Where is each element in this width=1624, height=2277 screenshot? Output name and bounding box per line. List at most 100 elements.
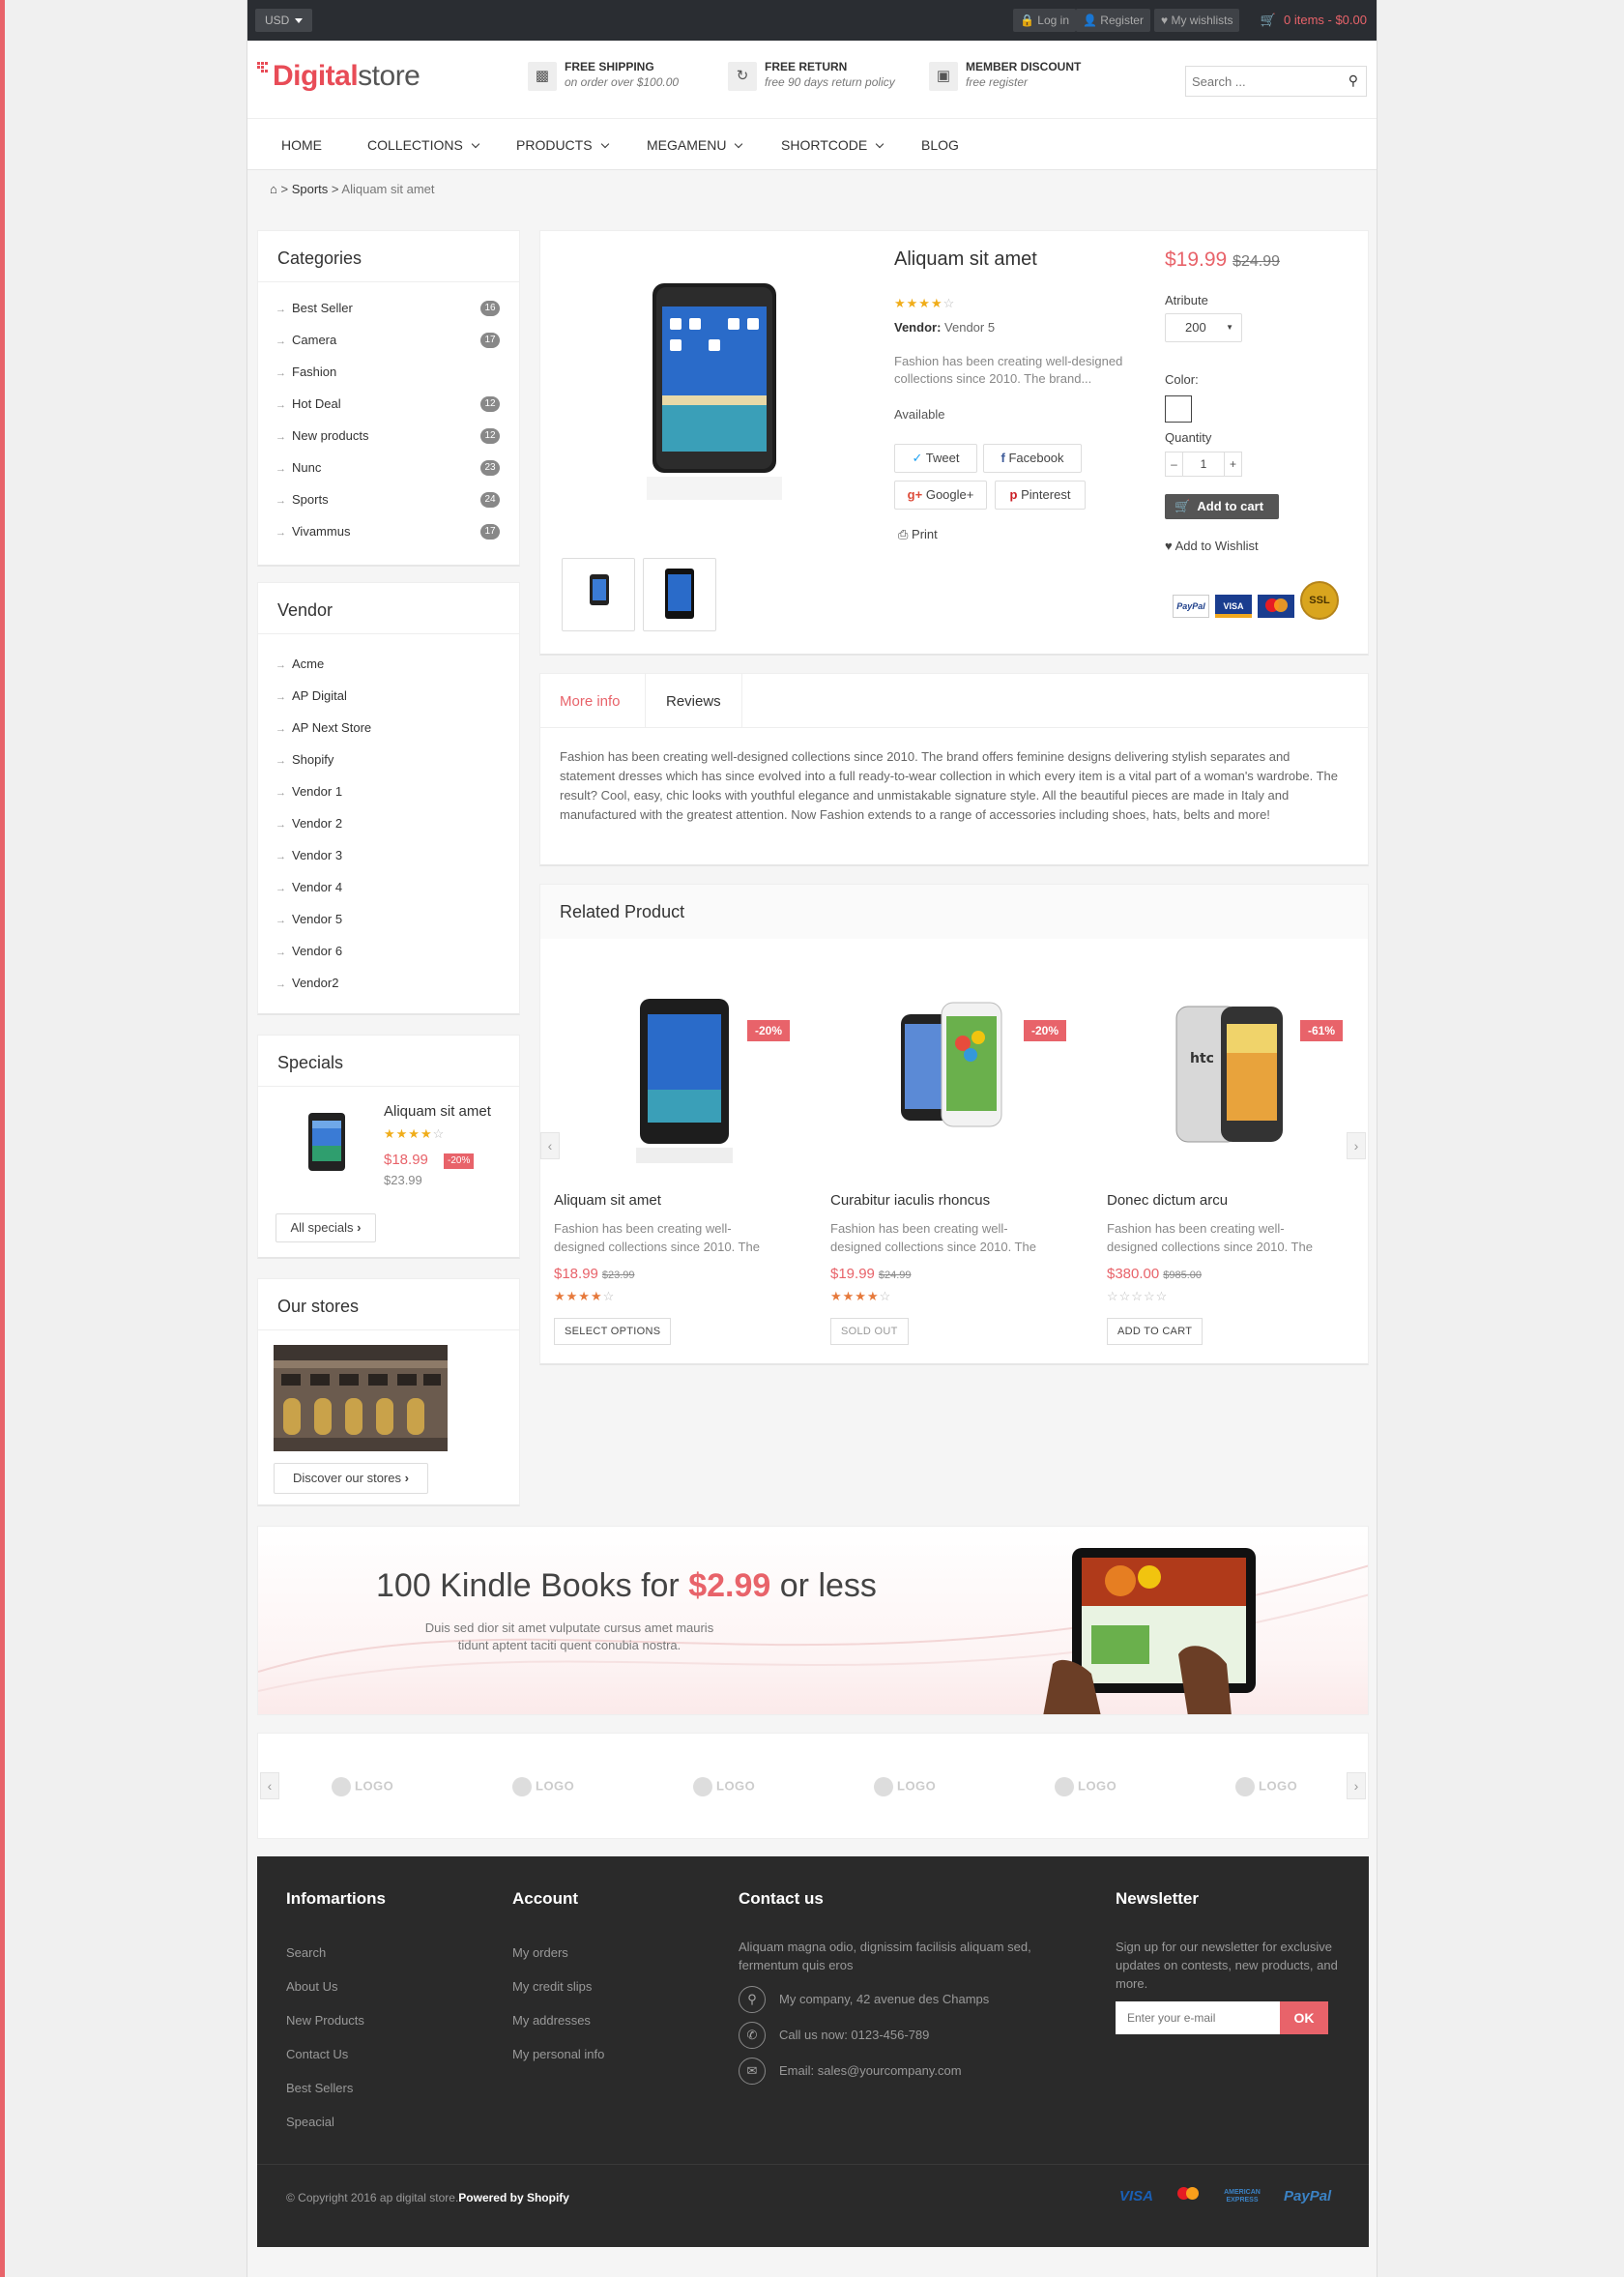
all-specials-button[interactable]: All specials ›: [276, 1213, 376, 1242]
thumbnail-2[interactable]: [643, 558, 716, 631]
promo-banner[interactable]: 100 Kindle Books for $2.99 or less Duis …: [257, 1526, 1369, 1715]
product-main-image[interactable]: [647, 279, 782, 502]
vendor-item[interactable]: → Vendor 3: [276, 848, 342, 862]
tab-more-info[interactable]: More info: [560, 693, 621, 710]
chevron-down-icon: [875, 139, 884, 149]
nav-item-megamenu[interactable]: MEGAMENU: [647, 137, 743, 153]
newsletter-email-input[interactable]: [1116, 2001, 1280, 2034]
footer-link[interactable]: Best Sellers: [286, 2081, 353, 2095]
brand-logo[interactable]: LOGO: [332, 1777, 393, 1796]
categories-panel: Categories → Best Seller 16 → Camera 17 → F…: [257, 230, 520, 567]
category-vivammus[interactable]: → Vivammus: [276, 524, 350, 539]
footer-link[interactable]: About Us: [286, 1979, 337, 1994]
category-nunc[interactable]: → Nunc: [276, 460, 321, 475]
stores-panel: Our stores Discover our stores ›: [257, 1278, 520, 1506]
brand-logo[interactable]: LOGO: [512, 1777, 574, 1796]
breadcrumb-sports[interactable]: Sports: [292, 182, 329, 196]
add-to-wishlist-link[interactable]: ♥ Add to Wishlist: [1165, 539, 1259, 553]
quantity-input[interactable]: 1: [1183, 452, 1224, 476]
category-camera[interactable]: → Camera: [276, 333, 336, 347]
brand-prev-icon[interactable]: ‹: [260, 1772, 279, 1799]
site-logo[interactable]: Digitalstore: [257, 60, 420, 93]
related-name[interactable]: Donec dictum arcu: [1107, 1192, 1228, 1209]
nav-item-shortcode[interactable]: SHORTCODE: [781, 137, 884, 153]
googleplus-button[interactable]: g+ Google+: [894, 481, 987, 510]
quantity-decrease[interactable]: –: [1166, 452, 1183, 476]
footer-link[interactable]: Speacial: [286, 2115, 334, 2129]
home-icon[interactable]: ⌂: [270, 182, 277, 196]
newsletter-submit-button[interactable]: OK: [1280, 2001, 1328, 2034]
nav-item-home[interactable]: HOME: [281, 137, 322, 153]
special-price: $18.99: [384, 1152, 428, 1168]
related-name[interactable]: Aliquam sit amet: [554, 1192, 661, 1209]
special-name[interactable]: Aliquam sit amet: [384, 1103, 491, 1120]
category-best-seller[interactable]: → Best Seller: [276, 301, 353, 315]
vendor-item[interactable]: → AP Next Store: [276, 720, 371, 735]
add-to-cart-button[interactable]: ADD TO CART: [1107, 1318, 1204, 1345]
category-hot-deal[interactable]: → Hot Deal: [276, 396, 341, 411]
related-product-image[interactable]: [597, 995, 771, 1169]
search-icon[interactable]: ⚲: [1348, 73, 1358, 89]
print-link[interactable]: ⎙ Print: [898, 527, 938, 542]
vendor-item[interactable]: → Vendor 1: [276, 784, 342, 799]
add-to-cart-button[interactable]: 🛒 Add to cart: [1165, 494, 1279, 519]
color-swatch[interactable]: [1165, 395, 1192, 423]
powered-by-link[interactable]: Powered by Shopify: [458, 2191, 569, 2204]
carousel-next-icon[interactable]: ›: [1347, 1132, 1366, 1159]
vendor-item[interactable]: → Vendor 4: [276, 880, 342, 894]
map-pin-icon: ⚲: [739, 1986, 766, 2013]
color-label: Color:: [1165, 372, 1199, 387]
category-fashion[interactable]: → Fashion: [276, 365, 336, 379]
vendor-item[interactable]: → Vendor2: [276, 976, 338, 990]
nav-item-products[interactable]: PRODUCTS: [516, 137, 609, 153]
mastercard-icon: [1258, 595, 1294, 618]
vendor-item[interactable]: → Vendor 6: [276, 944, 342, 958]
footer-link[interactable]: My credit slips: [512, 1979, 592, 1994]
vendor-item[interactable]: → Acme: [276, 657, 324, 671]
attribute-select[interactable]: 200 ▼: [1165, 313, 1242, 342]
footer-link[interactable]: Search: [286, 1945, 326, 1960]
pinterest-button[interactable]: p Pinterest: [995, 481, 1086, 510]
register-link[interactable]: 👤 Register: [1076, 9, 1150, 32]
discover-stores-button[interactable]: Discover our stores ›: [274, 1463, 428, 1494]
category-sports[interactable]: → Sports: [276, 492, 329, 507]
footer-link[interactable]: My orders: [512, 1945, 568, 1960]
brand-next-icon[interactable]: ›: [1347, 1772, 1366, 1799]
thumbnail-1[interactable]: [562, 558, 635, 631]
brand-logo[interactable]: LOGO: [1055, 1777, 1116, 1796]
left-edge-bar: [0, 0, 5, 2277]
footer-link[interactable]: Contact Us: [286, 2047, 348, 2061]
brand-logo[interactable]: LOGO: [874, 1777, 936, 1796]
vendor-item[interactable]: → Shopify: [276, 752, 334, 767]
search-input[interactable]: [1186, 67, 1331, 96]
select-options-button[interactable]: SELECT OPTIONS: [554, 1318, 672, 1345]
store-image[interactable]: [274, 1345, 448, 1451]
wishlists-link[interactable]: ♥ My wishlists: [1154, 9, 1240, 32]
category-new-products[interactable]: → New products: [276, 428, 368, 443]
cart-link[interactable]: 🛒 0 items - $0.00: [1261, 13, 1367, 28]
sold-out-button[interactable]: SOLD OUT: [830, 1318, 909, 1345]
footer-link[interactable]: My personal info: [512, 2047, 604, 2061]
facebook-button[interactable]: f Facebook: [983, 444, 1082, 473]
special-product-image[interactable]: [306, 1111, 347, 1175]
brand-logo[interactable]: LOGO: [693, 1777, 755, 1796]
vendor-item[interactable]: → Vendor 2: [276, 816, 342, 831]
category-label: Fashion: [292, 365, 337, 379]
footer-link[interactable]: My addresses: [512, 2013, 591, 2028]
related-name[interactable]: Curabitur iaculis rhoncus: [830, 1192, 990, 1209]
footer-link[interactable]: New Products: [286, 2013, 364, 2028]
related-product-image[interactable]: htc: [1146, 995, 1320, 1169]
nav-item-collections[interactable]: COLLECTIONS: [367, 137, 480, 153]
tweet-button[interactable]: ✓ Tweet: [894, 444, 977, 473]
login-link[interactable]: 🔒 Log in: [1013, 9, 1076, 32]
nav-item-blog[interactable]: BLOG: [921, 137, 959, 153]
vendor-item[interactable]: → Vendor 5: [276, 912, 342, 926]
tab-reviews[interactable]: Reviews: [666, 693, 721, 710]
brand-logo[interactable]: LOGO: [1235, 1777, 1297, 1796]
quantity-increase[interactable]: +: [1224, 452, 1241, 476]
currency-select[interactable]: USD: [255, 9, 313, 32]
vendor-item[interactable]: → AP Digital: [276, 688, 347, 703]
vendor-value[interactable]: Vendor 5: [944, 320, 995, 335]
related-product-image[interactable]: [874, 995, 1048, 1169]
contact-email[interactable]: Email: sales@yourcompany.com: [779, 2063, 962, 2078]
